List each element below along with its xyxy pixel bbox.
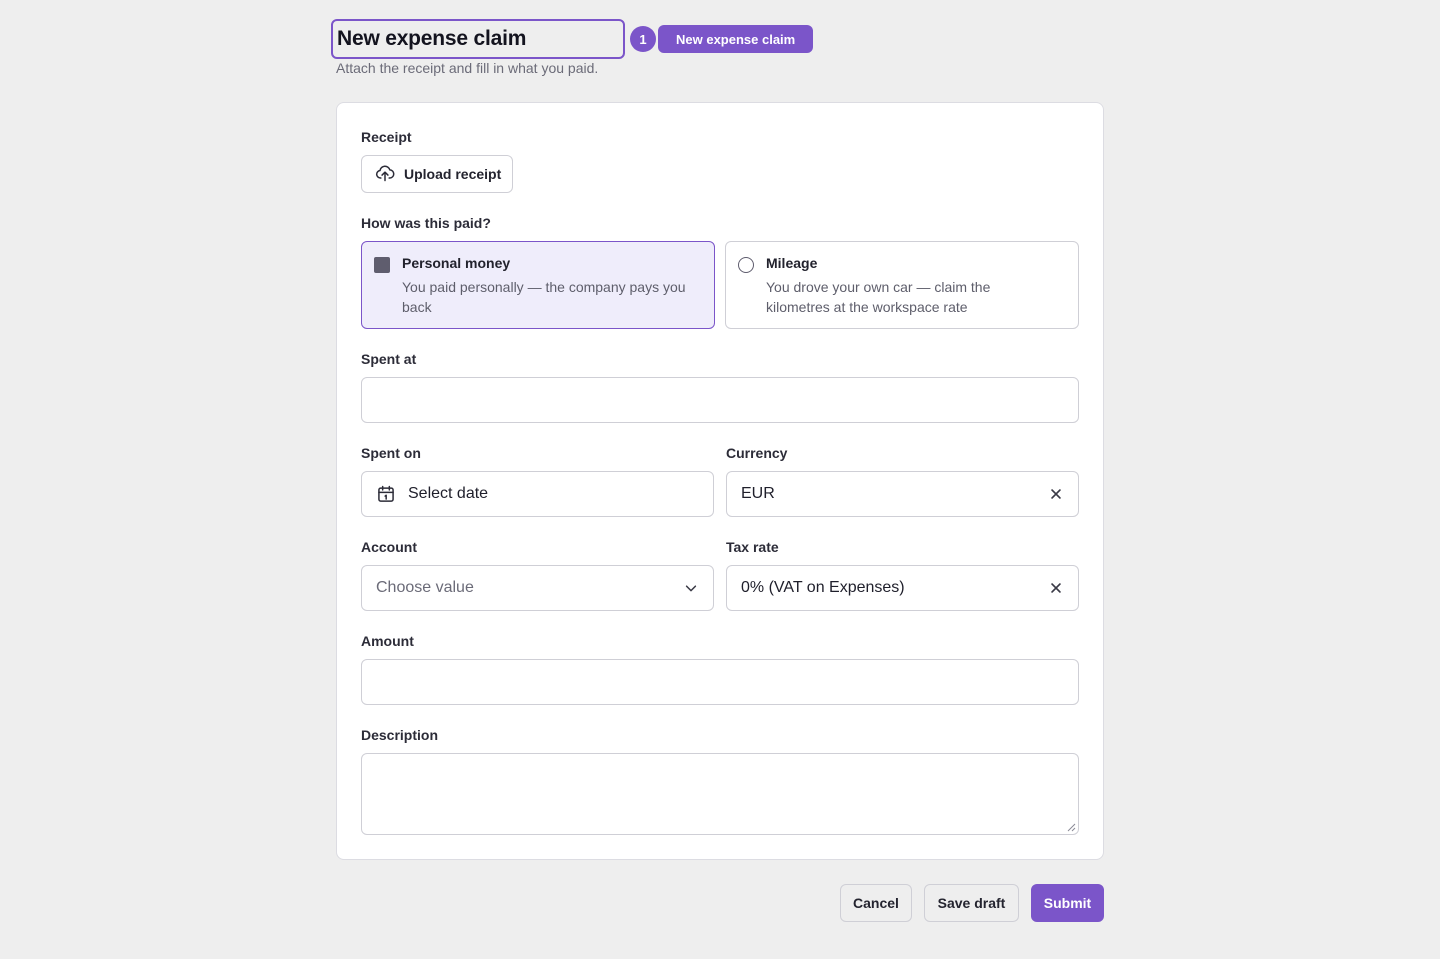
tax-rate-label: Tax rate: [726, 539, 779, 555]
step-number-badge: 1: [630, 26, 656, 52]
tax-rate-select[interactable]: 0% (VAT on Expenses): [726, 565, 1079, 611]
account-placeholder: Choose value: [376, 579, 474, 596]
spent-on-label: Spent on: [361, 445, 421, 461]
step-tag: New expense claim: [658, 25, 814, 53]
amount-input[interactable]: [361, 659, 1079, 705]
upload-cloud-icon: [375, 163, 395, 186]
amount-label: Amount: [361, 633, 414, 649]
payment-method-label: How was this paid?: [361, 215, 491, 231]
selected-marker-icon: [374, 257, 390, 273]
page-subtitle: Attach the receipt and fill in what you …: [336, 60, 599, 76]
payment-option-personal-money[interactable]: Personal money You paid personally — the…: [361, 241, 715, 329]
clear-currency-icon[interactable]: [1048, 486, 1064, 502]
expense-form-card: Receipt Upload receipt How was this paid…: [336, 102, 1104, 860]
upload-receipt-button[interactable]: Upload receipt: [361, 155, 513, 193]
submit-button[interactable]: Submit: [1031, 884, 1104, 922]
radio-icon[interactable]: [738, 257, 754, 273]
title-editor[interactable]: New expense claim: [331, 19, 625, 59]
expense-claim-page: New expense claim 1 New expense claim At…: [0, 0, 1440, 959]
spent-at-label: Spent at: [361, 351, 417, 367]
tax-rate-value: 0% (VAT on Expenses): [741, 579, 905, 596]
cancel-button[interactable]: Cancel: [840, 884, 912, 922]
chevron-down-icon: [683, 580, 699, 596]
payment-option-description: You paid personally — the company pays y…: [402, 279, 686, 315]
description-label: Description: [361, 727, 439, 743]
save-draft-button[interactable]: Save draft: [924, 884, 1019, 922]
payment-option-title: Personal money: [402, 255, 511, 271]
currency-label: Currency: [726, 445, 788, 461]
clear-tax-rate-icon[interactable]: [1048, 580, 1064, 596]
resize-grip-icon[interactable]: [1067, 823, 1076, 832]
spent-on-date-picker[interactable]: Select date: [361, 471, 714, 517]
upload-receipt-label: Upload receipt: [404, 166, 502, 182]
currency-select[interactable]: EUR: [726, 471, 1079, 517]
payment-option-description: You drove your own car — claim the kilom…: [766, 279, 991, 315]
currency-value: EUR: [741, 485, 775, 502]
payment-option-title: Mileage: [766, 255, 818, 271]
account-label: Account: [361, 539, 417, 555]
receipt-label: Receipt: [361, 129, 412, 145]
account-select[interactable]: Choose value: [361, 565, 714, 611]
spent-on-placeholder: Select date: [408, 485, 489, 502]
page-title[interactable]: New expense claim: [337, 27, 526, 51]
payment-option-mileage[interactable]: Mileage You drove your own car — claim t…: [725, 241, 1079, 329]
description-textarea[interactable]: [361, 753, 1079, 835]
calendar-icon: [376, 484, 396, 504]
spent-at-input[interactable]: [361, 377, 1079, 423]
